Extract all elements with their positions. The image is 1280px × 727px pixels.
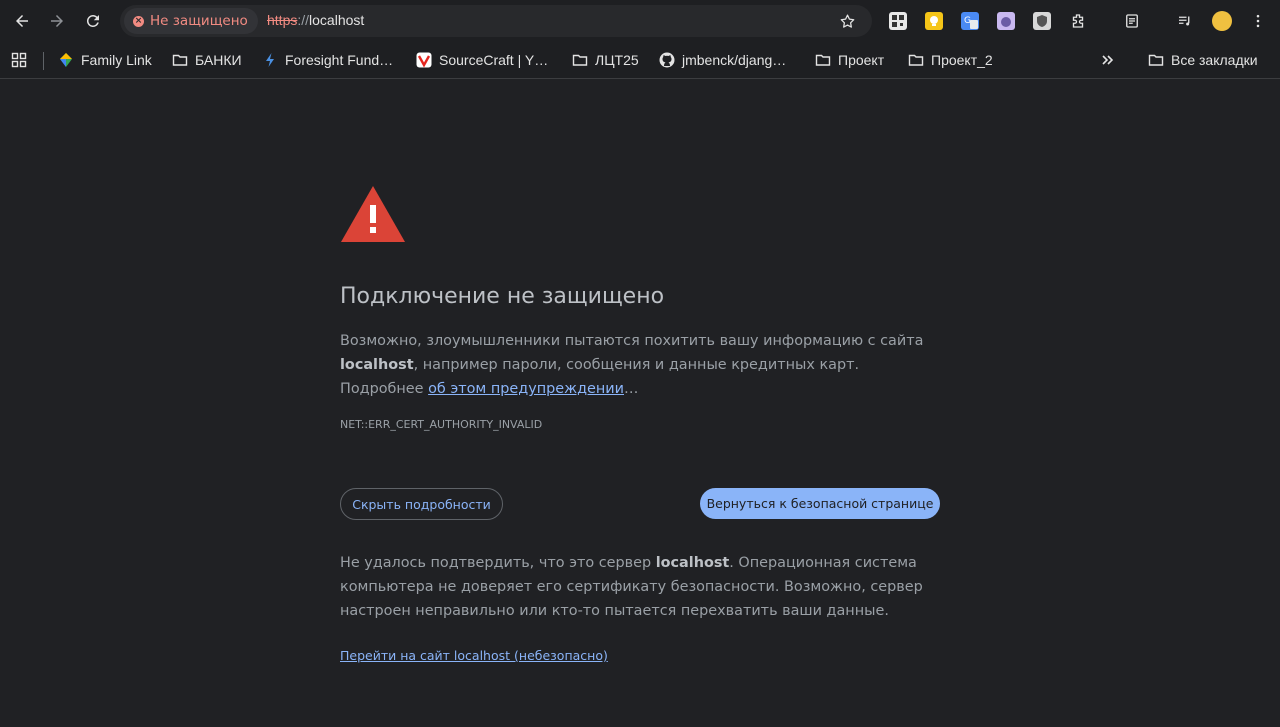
cat-extension-icon[interactable] — [997, 12, 1015, 30]
arrow-right-icon — [51, 15, 63, 27]
folder-icon — [815, 54, 831, 66]
translate-extension-icon[interactable]: G — [961, 12, 979, 30]
desc-text-1: Возможно, злоумышленники пытаются похити… — [340, 333, 924, 349]
details-text-1: Не удалось подтвердить, что это сервер — [340, 555, 656, 571]
all-bookmarks-button[interactable]: Все закладки — [1148, 50, 1258, 70]
warning-description: Возможно, злоумышленники пытаются похити… — [340, 329, 930, 401]
playlist-music-icon — [1179, 16, 1190, 26]
media-controls-button[interactable] — [1171, 7, 1199, 35]
extensions-button[interactable] — [1064, 7, 1092, 35]
cat-icon — [1001, 17, 1011, 27]
warning-triangle-icon — [341, 186, 405, 242]
learn-more-link[interactable]: об этом предупреждении — [428, 381, 624, 397]
address-bar[interactable]: × Не защищено https://localhost — [120, 5, 872, 37]
details-host: localhost — [655, 555, 730, 571]
qr-code-icon — [892, 15, 904, 27]
url-text[interactable]: https://localhost — [267, 12, 364, 28]
family-link-icon — [60, 53, 72, 67]
translate-icon: G — [964, 16, 978, 29]
shield-extension-icon[interactable] — [1033, 12, 1051, 30]
forward-button[interactable] — [43, 7, 71, 35]
bookmark-sourcecraft[interactable]: SourceCraft | Y… — [416, 50, 548, 70]
bookmark-label: Проект_2 — [931, 52, 993, 68]
desc-ellipsis: … — [624, 381, 639, 397]
folder-icon — [572, 54, 588, 66]
bookmark-banki[interactable]: БАНКИ — [172, 50, 242, 70]
bookmark-lct25[interactable]: ЛЦТ25 — [572, 50, 639, 70]
bookmark-star-button[interactable] — [836, 10, 858, 32]
reading-list-button[interactable] — [1118, 7, 1146, 35]
bookmarks-bar: Family Link БАНКИ Foresight Fund… Source… — [0, 42, 1280, 79]
profile-avatar[interactable] — [1212, 11, 1232, 31]
url-host: localhost — [309, 12, 365, 28]
desc-host: localhost — [340, 357, 414, 373]
back-button[interactable] — [8, 7, 36, 35]
double-chevron-right-icon — [1102, 55, 1114, 65]
bookmark-label: БАНКИ — [195, 52, 242, 68]
security-chip[interactable]: × Не защищено — [124, 8, 258, 34]
reload-icon — [86, 14, 99, 27]
lightbulb-icon — [930, 16, 938, 26]
page-title: Подключение не защищено — [340, 284, 665, 309]
bookmark-proekt[interactable]: Проект — [815, 50, 884, 70]
folder-icon — [172, 54, 188, 66]
bookmark-label: Проект — [838, 52, 885, 68]
url-separator: :// — [297, 12, 310, 28]
error-code: NET::ERR_CERT_AUTHORITY_INVALID — [340, 418, 543, 431]
menu-button[interactable] — [1244, 7, 1272, 35]
bookmark-label: Family Link — [81, 52, 152, 68]
lightning-icon — [266, 53, 274, 67]
bookmark-proekt-2[interactable]: Проект_2 — [908, 50, 993, 70]
url-scheme: https — [267, 12, 298, 28]
reload-button[interactable] — [79, 7, 107, 35]
more-vertical-icon — [1256, 14, 1260, 28]
bookmark-label: SourceCraft | Y… — [439, 52, 549, 68]
folder-icon — [1148, 54, 1164, 66]
bookmark-github-jmbenck[interactable]: jmbenck/djang… — [659, 50, 786, 70]
reading-list-icon — [1126, 14, 1138, 28]
qr-extension-icon[interactable] — [889, 12, 907, 30]
apps-grid-icon — [11, 52, 27, 68]
bookmark-family-link[interactable]: Family Link — [58, 50, 152, 70]
bookmark-foresight-fund[interactable]: Foresight Fund… — [262, 50, 393, 70]
bookmark-label: Foresight Fund… — [285, 52, 394, 68]
hide-details-button[interactable]: Скрыть подробности — [340, 488, 503, 520]
apps-button[interactable] — [11, 50, 27, 70]
shield-icon — [1037, 15, 1047, 27]
github-icon — [659, 52, 675, 68]
not-secure-icon: × — [133, 15, 144, 27]
browser-toolbar: × Не защищено https://localhost G — [0, 0, 1280, 42]
security-chip-label: Не защищено — [150, 13, 248, 29]
star-icon — [840, 13, 854, 28]
back-to-safety-button[interactable]: Вернуться к безопасной странице — [700, 488, 940, 519]
arrow-left-icon — [16, 15, 28, 27]
all-bookmarks-label: Все закладки — [1171, 52, 1258, 68]
bookmark-label: jmbenck/djang… — [682, 52, 787, 68]
proceed-unsafe-link[interactable]: Перейти на сайт localhost (небезопасно) — [340, 648, 608, 663]
puzzle-icon — [1072, 14, 1084, 28]
folder-icon — [908, 54, 924, 66]
bookmarks-overflow-button[interactable] — [1100, 50, 1116, 70]
svg-text:G: G — [964, 16, 971, 26]
bookmark-label: ЛЦТ25 — [595, 52, 639, 68]
details-text: Не удалось подтвердить, что это сервер l… — [340, 551, 940, 623]
sourcecraft-icon — [416, 52, 432, 68]
bookmarks-divider — [43, 52, 44, 70]
keep-extension-icon[interactable] — [925, 12, 943, 30]
